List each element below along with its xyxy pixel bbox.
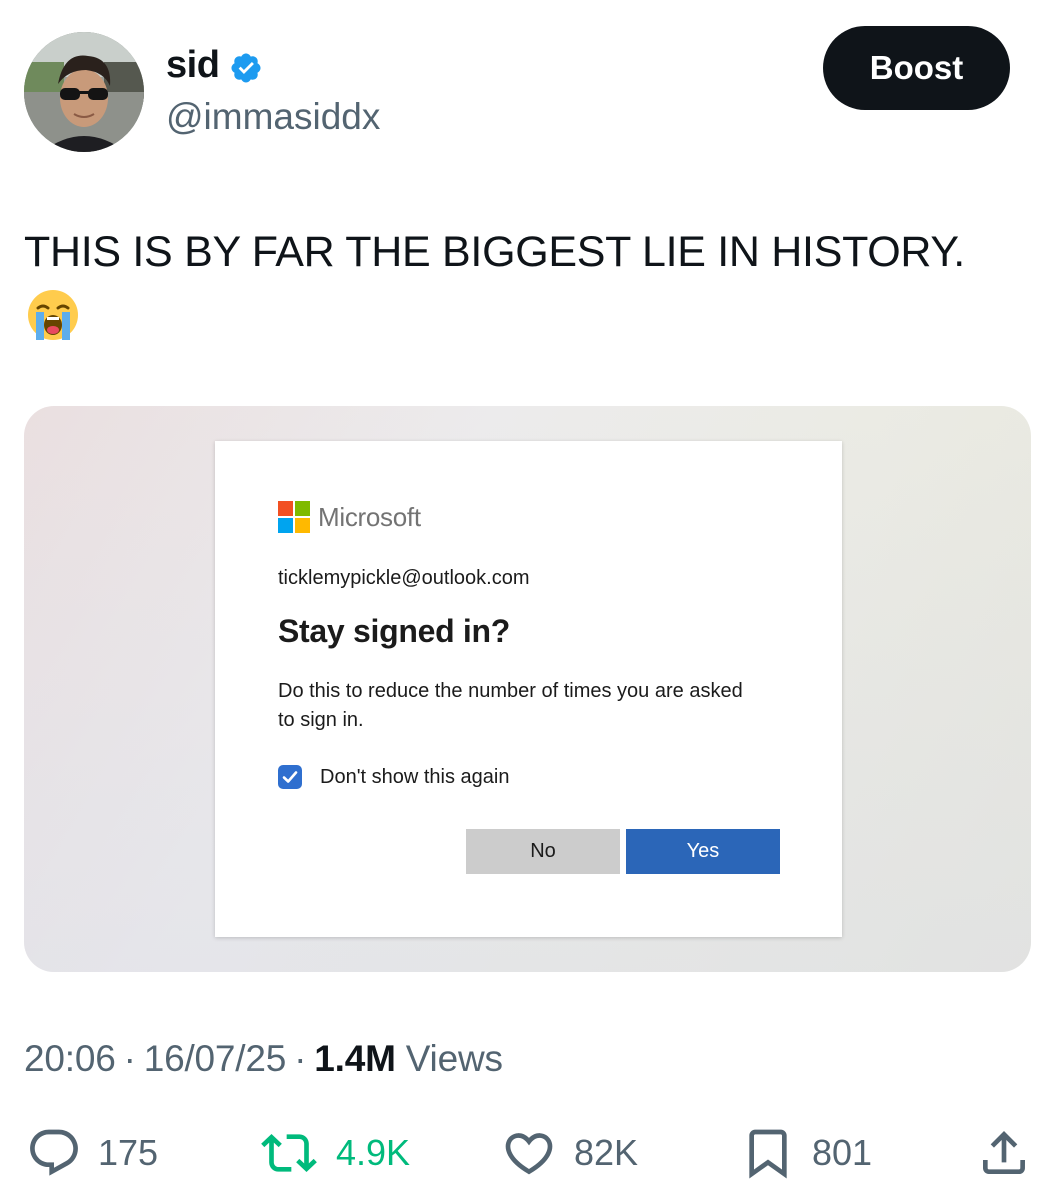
stay-signed-in-dialog: Microsoft ticklemypickle@outlook.com Sta… bbox=[215, 441, 842, 937]
profile-photo-icon bbox=[24, 32, 144, 152]
tweet-time[interactable]: 20:06 bbox=[24, 1038, 116, 1080]
repost-icon bbox=[261, 1134, 317, 1172]
loudly-crying-face-icon bbox=[26, 288, 80, 342]
tweet-meta: 20:06 · 16/07/25 · 1.4M Views bbox=[24, 1038, 503, 1080]
meta-separator: · bbox=[294, 1038, 307, 1079]
bookmark-button[interactable]: 801 bbox=[740, 1122, 872, 1184]
dont-show-again-checkbox bbox=[278, 765, 302, 789]
tweet-date[interactable]: 16/07/25 bbox=[144, 1038, 287, 1080]
account-email: ticklemypickle@outlook.com bbox=[278, 567, 530, 589]
bookmark-icon bbox=[749, 1129, 787, 1179]
no-button: No bbox=[466, 829, 620, 874]
checkmark-icon bbox=[282, 771, 298, 783]
author-handle[interactable]: @immasiddx bbox=[166, 96, 380, 138]
views-count: 1.4M bbox=[314, 1038, 396, 1079]
author-name[interactable]: sid bbox=[166, 44, 220, 87]
tweet-text: THIS IS BY FAR THE BIGGEST LIE IN HISTOR… bbox=[24, 228, 965, 276]
tweet-detail: sid @immasiddx Boost THIS IS BY FAR THE … bbox=[0, 0, 1056, 1200]
views-label: Views bbox=[405, 1038, 503, 1079]
reply-icon bbox=[30, 1129, 78, 1176]
microsoft-squares-icon bbox=[278, 501, 310, 533]
avatar[interactable] bbox=[24, 32, 144, 152]
share-icon bbox=[983, 1131, 1025, 1174]
microsoft-wordmark: Microsoft bbox=[318, 501, 421, 532]
share-button[interactable] bbox=[976, 1122, 1032, 1184]
yes-button: Yes bbox=[626, 829, 780, 874]
like-button[interactable]: 82K bbox=[500, 1122, 638, 1184]
display-name[interactable]: sid bbox=[166, 44, 263, 87]
meta-separator: · bbox=[123, 1038, 136, 1079]
microsoft-logo: Microsoft bbox=[278, 501, 421, 533]
tweet-media-image[interactable]: Microsoft ticklemypickle@outlook.com Sta… bbox=[24, 406, 1031, 972]
boost-button[interactable]: Boost bbox=[823, 26, 1010, 110]
dont-show-again-row: Don't show this again bbox=[278, 765, 509, 789]
heart-icon bbox=[505, 1133, 553, 1175]
dialog-description: Do this to reduce the number of times yo… bbox=[278, 680, 743, 731]
verified-badge-icon bbox=[229, 51, 263, 85]
dialog-title: Stay signed in? bbox=[278, 613, 510, 649]
bookmark-count: 801 bbox=[812, 1132, 873, 1173]
repost-count: 4.9K bbox=[336, 1132, 411, 1173]
reply-count: 175 bbox=[98, 1132, 159, 1173]
repost-button[interactable]: 4.9K bbox=[258, 1122, 410, 1184]
action-bar: 175 4.9K 82K 801 bbox=[0, 1122, 1056, 1184]
reply-button[interactable]: 175 bbox=[26, 1122, 158, 1184]
dont-show-again-label: Don't show this again bbox=[320, 765, 510, 788]
like-count: 82K bbox=[574, 1132, 639, 1173]
